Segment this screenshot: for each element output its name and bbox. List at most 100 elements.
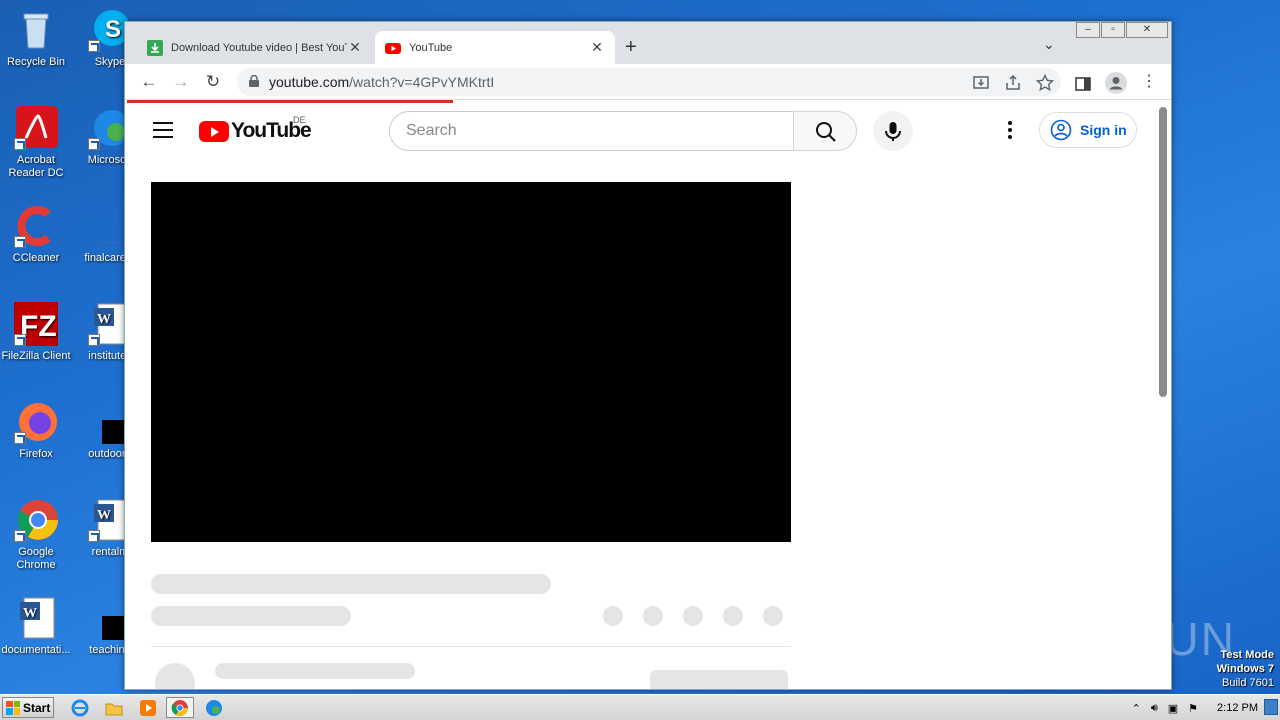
url-host: youtube.com xyxy=(269,74,350,90)
media-player-icon xyxy=(140,699,156,716)
tab-search-icon[interactable]: ⌄ xyxy=(1043,36,1055,53)
firefox-icon xyxy=(14,400,58,444)
start-label: Start xyxy=(23,700,51,715)
sign-in-button[interactable]: Sign in xyxy=(1039,112,1137,148)
search-button[interactable] xyxy=(793,111,857,151)
volume-icon[interactable]: 🔊︎ xyxy=(1151,702,1158,715)
title-placeholder xyxy=(151,574,551,594)
svg-text:W: W xyxy=(23,606,37,621)
address-bar[interactable]: youtube.com/watch?v=4GPvYMKtrtI xyxy=(237,68,1061,96)
sign-in-label: Sign in xyxy=(1080,122,1127,138)
tab-strip: Download Youtube video | Best YouTu ✕ Yo… xyxy=(125,22,1171,64)
lock-icon xyxy=(249,75,259,87)
recycle-bin-icon xyxy=(14,8,58,52)
profile-avatar-icon[interactable] xyxy=(1105,72,1127,94)
taskbar-chrome[interactable] xyxy=(166,697,194,718)
browser-menu-icon[interactable]: ⋮ xyxy=(1137,70,1161,94)
tab-title: Download Youtube video | Best YouTu xyxy=(171,41,347,54)
back-button[interactable]: ← xyxy=(137,70,161,94)
desktop-icon-acrobat[interactable]: Acrobat Reader DC xyxy=(0,106,72,180)
build-line: Build 7601 xyxy=(1222,677,1274,689)
show-desktop-button[interactable] xyxy=(1264,699,1278,715)
action-placeholder xyxy=(683,606,703,626)
folder-icon xyxy=(105,703,123,715)
tab-youtube[interactable]: YouTube ✕ xyxy=(375,31,615,64)
taskbar-edge[interactable] xyxy=(200,697,228,718)
browser-toolbar: ← → ↻ youtube.com/watch?v=4GPvYMKtrtI ⋮ xyxy=(125,64,1171,100)
clock[interactable]: 2:12 PM xyxy=(1217,702,1258,714)
region-code: DE xyxy=(293,115,306,125)
desktop-icon-documentation[interactable]: W documentati... xyxy=(0,596,72,657)
reload-button[interactable]: ↻ xyxy=(201,70,225,94)
channel-placeholder xyxy=(151,606,351,626)
account-circle-icon xyxy=(1050,119,1072,141)
subscribe-placeholder xyxy=(650,670,788,689)
url-path: /watch?v=4GPvYMKtrtI xyxy=(349,74,495,90)
chrome-icon xyxy=(171,699,188,716)
hamburger-menu-icon[interactable] xyxy=(153,122,173,138)
desktop-icon-ccleaner[interactable]: CCleaner xyxy=(0,204,72,265)
start-button[interactable]: Start xyxy=(2,697,54,718)
new-tab-button[interactable]: + xyxy=(625,36,637,59)
action-placeholder xyxy=(723,606,743,626)
desktop-icon-recycle-bin[interactable]: Recycle Bin xyxy=(0,8,72,69)
taskbar-media-player[interactable] xyxy=(134,697,162,718)
close-tab-icon[interactable]: ✕ xyxy=(589,39,605,56)
maximize-button[interactable]: ▫ xyxy=(1101,22,1125,38)
desktop-icon-label: Acrobat Reader DC xyxy=(8,154,64,179)
install-app-icon[interactable] xyxy=(971,73,991,93)
close-window-button[interactable]: ✕ xyxy=(1126,22,1168,38)
action-placeholder xyxy=(603,606,623,626)
chrome-icon xyxy=(14,498,58,542)
filezilla-icon: FZ xyxy=(14,302,60,346)
search-icon xyxy=(816,122,836,142)
acrobat-icon xyxy=(14,106,58,150)
tab-download-youtube[interactable]: Download Youtube video | Best YouTu ✕ xyxy=(137,31,373,64)
download-favicon-icon xyxy=(147,39,163,56)
desktop-icon-label: CCleaner xyxy=(12,252,60,264)
action-center-flag-icon[interactable]: ⚑ xyxy=(1188,702,1198,715)
url-text: youtube.com/watch?v=4GPvYMKtrtI xyxy=(269,74,494,90)
page-scrollbar[interactable] xyxy=(1155,103,1171,689)
svg-text:S: S xyxy=(105,16,121,43)
edge-icon xyxy=(206,699,222,716)
share-icon[interactable] xyxy=(1003,73,1023,93)
voice-search-button[interactable] xyxy=(873,111,913,151)
ccleaner-icon xyxy=(14,204,58,248)
taskbar-internet-explorer[interactable] xyxy=(66,697,94,718)
show-hidden-icons-icon[interactable]: ⌃ xyxy=(1132,702,1141,715)
test-mode-line: Test Mode xyxy=(1220,649,1274,661)
close-tab-icon[interactable]: ✕ xyxy=(347,39,363,56)
avatar-placeholder xyxy=(155,663,195,689)
bookmark-star-icon[interactable] xyxy=(1035,73,1055,93)
taskbar-explorer[interactable] xyxy=(100,697,128,718)
test-mode-notice: Test Mode Windows 7 Build 7601 xyxy=(1217,648,1274,690)
desktop-icon-label: FileZilla Client xyxy=(1,350,71,362)
desktop-icon-filezilla[interactable]: FZ FileZilla Client xyxy=(0,302,72,363)
desktop-icon-chrome[interactable]: Google Chrome xyxy=(0,498,72,572)
youtube-favicon-icon xyxy=(385,42,401,54)
svg-text:W: W xyxy=(97,508,111,523)
network-icon[interactable]: ▣ xyxy=(1168,702,1178,715)
side-panel-icon[interactable] xyxy=(1073,74,1093,94)
youtube-page: YouTube DE Search Sign in xyxy=(125,103,1155,689)
svg-text:W: W xyxy=(97,312,111,327)
action-placeholder xyxy=(763,606,783,626)
minimize-button[interactable]: – xyxy=(1076,22,1100,38)
scrollbar-thumb[interactable] xyxy=(1159,107,1167,397)
video-player[interactable] xyxy=(151,182,791,542)
desktop-icon-label: documentati... xyxy=(1,644,71,656)
system-tray: ⌃ 🔊︎ ▣ ⚑ 2:12 PM xyxy=(1127,695,1280,720)
action-placeholder xyxy=(643,606,663,626)
windows-version-line: Windows 7 xyxy=(1216,663,1274,675)
taskbar: Start ⌃ 🔊︎ ▣ ⚑ 2:12 PM xyxy=(0,694,1280,720)
youtube-play-icon xyxy=(199,120,229,142)
word-doc-icon: W xyxy=(14,596,58,640)
search-input[interactable]: Search xyxy=(389,111,794,151)
settings-more-icon[interactable] xyxy=(1003,121,1017,141)
divider xyxy=(151,646,791,647)
chrome-window: Download Youtube video | Best YouTu ✕ Yo… xyxy=(124,21,1172,690)
description-placeholder xyxy=(215,663,415,679)
forward-button[interactable]: → xyxy=(169,70,193,94)
desktop-icon-firefox[interactable]: Firefox xyxy=(0,400,72,461)
